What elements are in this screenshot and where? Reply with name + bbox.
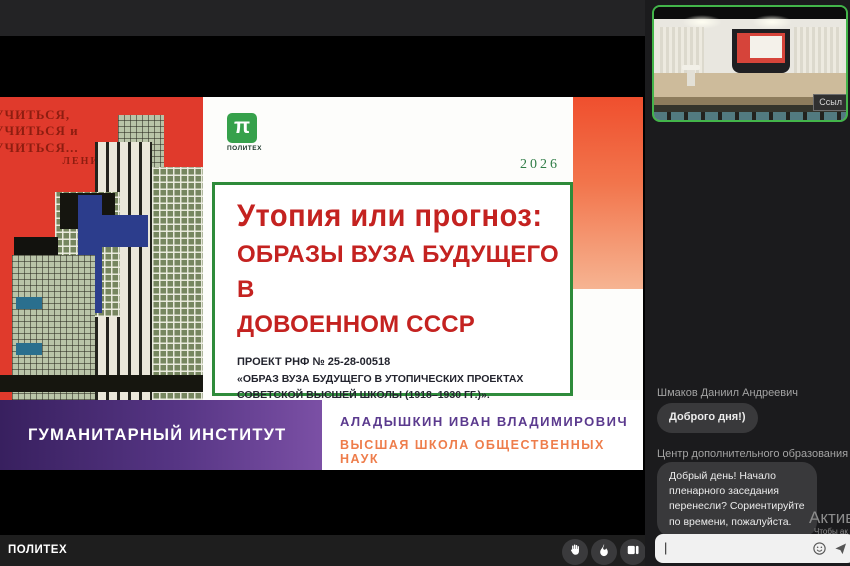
- chat-sender-name: Центр дополнительного образования: [657, 448, 848, 460]
- poster-artwork: УЧИТЬСЯ, УЧИТЬСЯ и УЧИТЬСЯ... ЛЕНИН: [0, 97, 203, 400]
- raise-hand-button[interactable]: [562, 539, 588, 565]
- video-letterbox: [654, 7, 846, 19]
- author-name: АЛАДЫШКИН ИВАН ВЛАДИМИРОВИЧ: [340, 414, 643, 429]
- speaker-video-tile[interactable]: Ссыл: [652, 5, 848, 122]
- mini-slide-card: [750, 36, 782, 58]
- screen-share-stage: УЧИТЬСЯ, УЧИТЬСЯ и УЧИТЬСЯ... ЛЕНИН: [0, 36, 645, 535]
- projection-screen: [732, 29, 790, 73]
- school-name: ВЫСШАЯ ШКОЛА ОБЩЕСТВЕННЫХ НАУК: [340, 438, 643, 466]
- author-block: АЛАДЫШКИН ИВАН ВЛАДИМИРОВИЧ ВЫСШАЯ ШКОЛА…: [340, 414, 643, 466]
- text-cursor: |: [664, 540, 667, 555]
- building-right-tower: [152, 167, 203, 400]
- presentation-slide: УЧИТЬСЯ, УЧИТЬСЯ и УЧИТЬСЯ... ЛЕНИН: [0, 97, 643, 470]
- windows-activation-watermark: Актива: [809, 508, 850, 528]
- slide-title-line2-3: ОБРАЗЫ ВУЗА БУДУЩЕГО В ДОВОЕННОМ СССР: [237, 238, 570, 342]
- emoji-button[interactable]: [812, 541, 827, 556]
- title-card: Утопия или прогноз: ОБРАЗЫ ВУЗА БУДУЩЕГО…: [212, 182, 573, 396]
- send-button[interactable]: [833, 541, 849, 556]
- bottom-toolbar: ПОЛИТЕХ: [0, 535, 645, 566]
- project-number: ПРОЕКТ РНФ № 25-28-00518: [237, 356, 570, 368]
- hand-icon: [568, 543, 582, 562]
- institute-banner: ГУМАНИТАРНЫЙ ИНСТИТУТ: [0, 400, 322, 470]
- slide-footer: ГУМАНИТАРНЫЙ ИНСТИТУТ АЛАДЫШКИН ИВАН ВЛА…: [0, 400, 643, 470]
- reactions-button[interactable]: [591, 539, 617, 565]
- poster-line: УЧИТЬСЯ,: [0, 107, 114, 123]
- politech-logo-icon: π: [227, 113, 257, 143]
- building-blue-beam: [96, 215, 148, 247]
- ceiling-light: [752, 15, 792, 29]
- orange-gradient-stripe: [573, 97, 643, 289]
- chat-input[interactable]: |: [655, 534, 850, 563]
- slide-title-line2: ОБРАЗЫ ВУЗА БУДУЩЕГО В: [237, 238, 570, 308]
- building-balcony: [16, 297, 42, 309]
- chat-message-bubble: Добрый день! Начало пленарного заседания…: [657, 462, 817, 537]
- app-brand: ПОЛИТЕХ: [8, 544, 67, 556]
- meeting-window: УЧИТЬСЯ, УЧИТЬСЯ и УЧИТЬСЯ... ЛЕНИН: [0, 0, 850, 566]
- mini-slide: [737, 33, 785, 63]
- building-balcony: [16, 343, 42, 355]
- audience-chairs: [654, 112, 846, 122]
- slide-title-line3: ДОВОЕННОМ СССР: [237, 308, 570, 343]
- podium-leg: [687, 70, 695, 86]
- stage-top-bar: [0, 0, 645, 36]
- chat-message-bubble: Доброго дня!): [657, 403, 758, 433]
- slide-title-line1: Утопия или прогноз:: [237, 199, 570, 235]
- fire-icon: [597, 543, 611, 562]
- layout-button[interactable]: [620, 539, 646, 565]
- chat-sender-name: Шмаков Даниил Андреевич: [657, 387, 798, 399]
- sidebar-panel: Ссыл Шмаков Даниил Андреевич Доброго дня…: [645, 0, 850, 566]
- layout-icon: [626, 543, 640, 562]
- link-tooltip: Ссыл: [813, 94, 848, 111]
- politech-logo: π ПОЛИТЕХ: [227, 113, 287, 159]
- curtain: [794, 27, 842, 75]
- poster-line: УЧИТЬСЯ и: [0, 123, 114, 139]
- slide-year: 2026: [498, 157, 560, 173]
- politech-logo-label: ПОЛИТЕХ: [227, 145, 287, 152]
- building-base: [0, 375, 203, 392]
- project-info: ПРОЕКТ РНФ № 25-28-00518 «ОБРАЗ ВУЗА БУД…: [237, 356, 570, 404]
